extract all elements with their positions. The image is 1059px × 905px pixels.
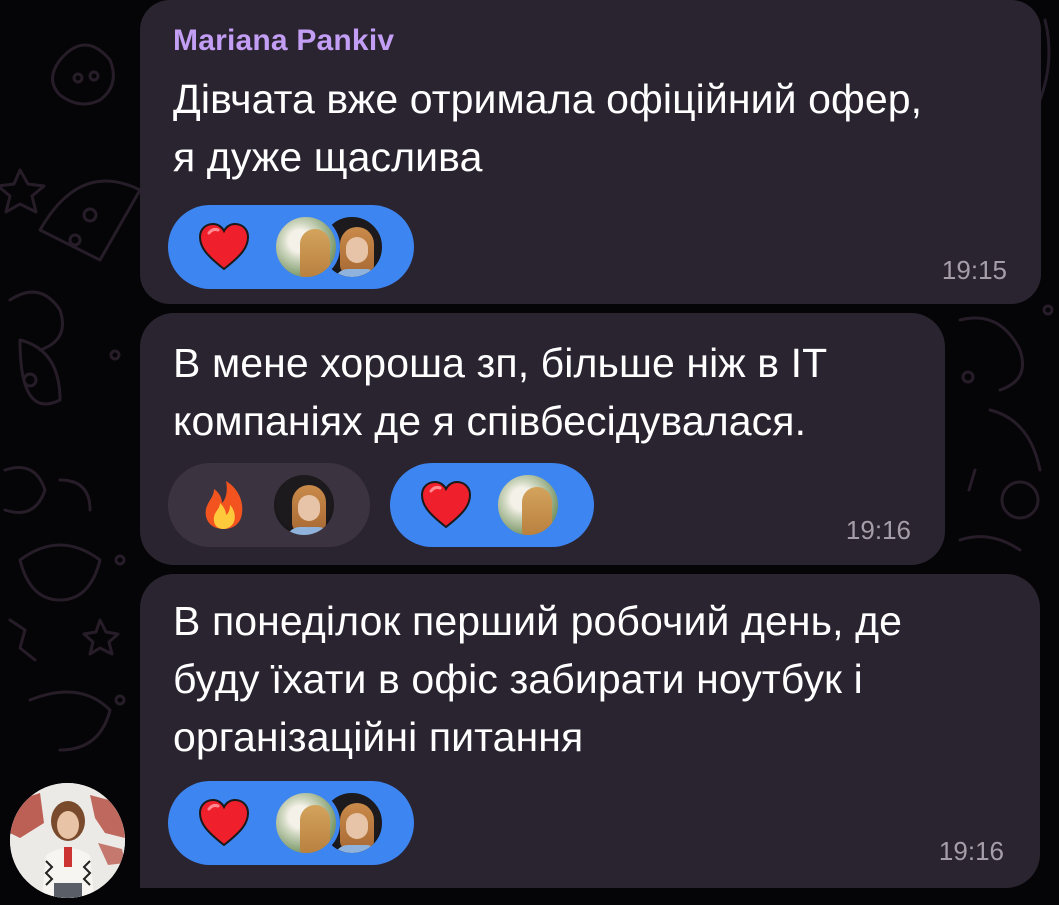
message-text: Дівчата вже отримала офіційний офер, я д… [173,76,923,180]
fire-icon [205,481,243,529]
heart-icon [198,798,250,847]
reaction-heart[interactable] [168,205,414,289]
reactor-avatar-1 [272,213,340,281]
chat-view: Mariana Pankiv Дівчата вже отримала офіц… [0,0,1059,905]
heart-icon [198,222,250,271]
reactor-avatar-2 [270,471,338,539]
heart-icon [420,480,472,529]
message-bubble[interactable]: В мене хороша зп, більше ніж в IT компан… [140,313,945,565]
message-timestamp: 19:16 [938,836,1004,866]
reactor-avatar-1 [272,789,340,857]
reaction-heart[interactable] [390,463,594,547]
sender-name[interactable]: Mariana Pankiv [173,24,394,58]
message-bubble[interactable]: В понеділок перший робочий день, де буду… [140,574,1040,888]
sender-avatar-image [10,783,125,898]
reactor-avatar-1 [494,471,562,539]
message-text: В мене хороша зп, більше ніж в IT компан… [173,340,828,444]
message-text: В понеділок перший робочий день, де буду… [173,598,903,760]
reaction-heart[interactable] [168,781,414,865]
message-timestamp: 19:15 [941,255,1007,285]
sender-avatar[interactable] [10,783,125,898]
message-bubble[interactable]: Mariana Pankiv Дівчата вже отримала офіц… [140,0,1041,304]
message-timestamp: 19:16 [845,515,911,545]
reaction-fire[interactable] [168,463,370,547]
